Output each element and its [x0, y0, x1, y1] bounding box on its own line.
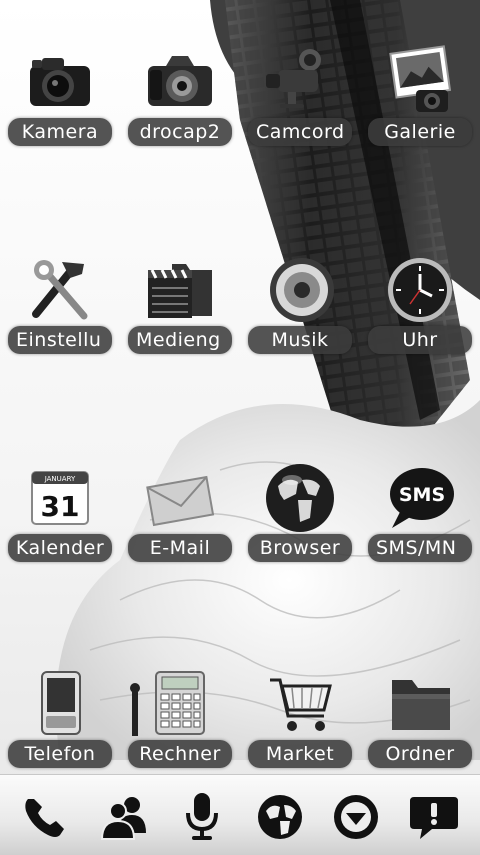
message-alert-icon: [410, 797, 458, 839]
media-folder-icon: [148, 264, 212, 318]
app-label: drocap2: [128, 118, 232, 146]
dock-phone-button[interactable]: [14, 789, 74, 845]
app-email[interactable]: E-Mail: [120, 430, 240, 562]
folder-icon: [392, 680, 450, 730]
phone-device-icon: [41, 671, 81, 735]
app-label: Telefon: [8, 740, 112, 768]
calendar-month: JANUARY: [44, 475, 76, 483]
clock-icon: [388, 258, 452, 322]
app-musik[interactable]: Musik: [240, 222, 360, 354]
dock-messages-button[interactable]: [404, 789, 464, 845]
app-market[interactable]: Market: [240, 636, 360, 768]
app-label: E-Mail: [128, 534, 232, 562]
app-ordner[interactable]: Ordner: [360, 636, 480, 768]
app-galerie[interactable]: Galerie: [360, 14, 480, 146]
sms-bubble-icon: SMS: [390, 468, 454, 528]
app-drocap2[interactable]: drocap2: [120, 14, 240, 146]
sms-bubble-text: SMS: [399, 484, 445, 506]
app-label: Market: [248, 740, 352, 768]
envelope-icon: [146, 475, 215, 527]
home-icon-grid: Kamera drocap2 Camcord Galerie Einstellu…: [0, 0, 480, 780]
app-label: SMS/MN: [368, 534, 472, 562]
camera-icon: [30, 58, 90, 106]
app-uhr[interactable]: Uhr: [360, 222, 480, 354]
microphone-icon: [186, 793, 218, 840]
calculator-icon: [155, 671, 205, 735]
speaker-icon: [270, 258, 334, 322]
globe-icon: [258, 795, 302, 839]
dock-browser-button[interactable]: [250, 789, 310, 845]
app-label: Ordner: [368, 740, 472, 768]
app-camcord[interactable]: Camcord: [240, 14, 360, 146]
settings-tools-icon: [32, 260, 88, 320]
globe-icon: [266, 464, 334, 532]
shopping-cart-icon: [270, 678, 332, 731]
dock-app-drawer-button[interactable]: [326, 789, 386, 845]
calendar-icon: JANUARY 31: [31, 471, 89, 525]
app-label: Medieng: [128, 326, 232, 354]
dock-voice-button[interactable]: [172, 789, 232, 845]
dock-contacts-button[interactable]: [96, 789, 156, 845]
app-label: Einstellu: [8, 326, 112, 354]
app-browser[interactable]: Browser: [240, 430, 360, 562]
app-telefon[interactable]: Telefon: [0, 636, 120, 768]
app-drawer-icon: [334, 795, 378, 839]
app-label: Kalender: [8, 534, 112, 562]
app-mediengalerie[interactable]: Medieng: [120, 222, 240, 354]
dslr-camera-icon: [148, 56, 212, 106]
gallery-icon: [389, 45, 452, 112]
app-kamera[interactable]: Kamera: [0, 14, 120, 146]
app-label: Galerie: [368, 118, 472, 146]
app-label: Kamera: [8, 118, 112, 146]
app-label: Camcord: [248, 118, 352, 146]
app-label: Rechner: [128, 740, 232, 768]
camcorder-icon: [266, 49, 321, 108]
app-rechner[interactable]: Rechner: [120, 636, 240, 768]
calendar-day: 31: [41, 490, 80, 523]
app-label: Musik: [248, 326, 352, 354]
app-label: Uhr: [368, 326, 472, 354]
app-einstellungen[interactable]: Einstellu: [0, 222, 120, 354]
phone-handset-icon: [25, 799, 64, 837]
app-kalender[interactable]: JANUARY 31 Kalender: [0, 430, 120, 562]
app-sms-mms[interactable]: SMS SMS/MN: [360, 430, 480, 562]
contacts-icon: [100, 797, 146, 840]
dock-bar: [0, 774, 480, 855]
app-label: Browser: [248, 534, 352, 562]
